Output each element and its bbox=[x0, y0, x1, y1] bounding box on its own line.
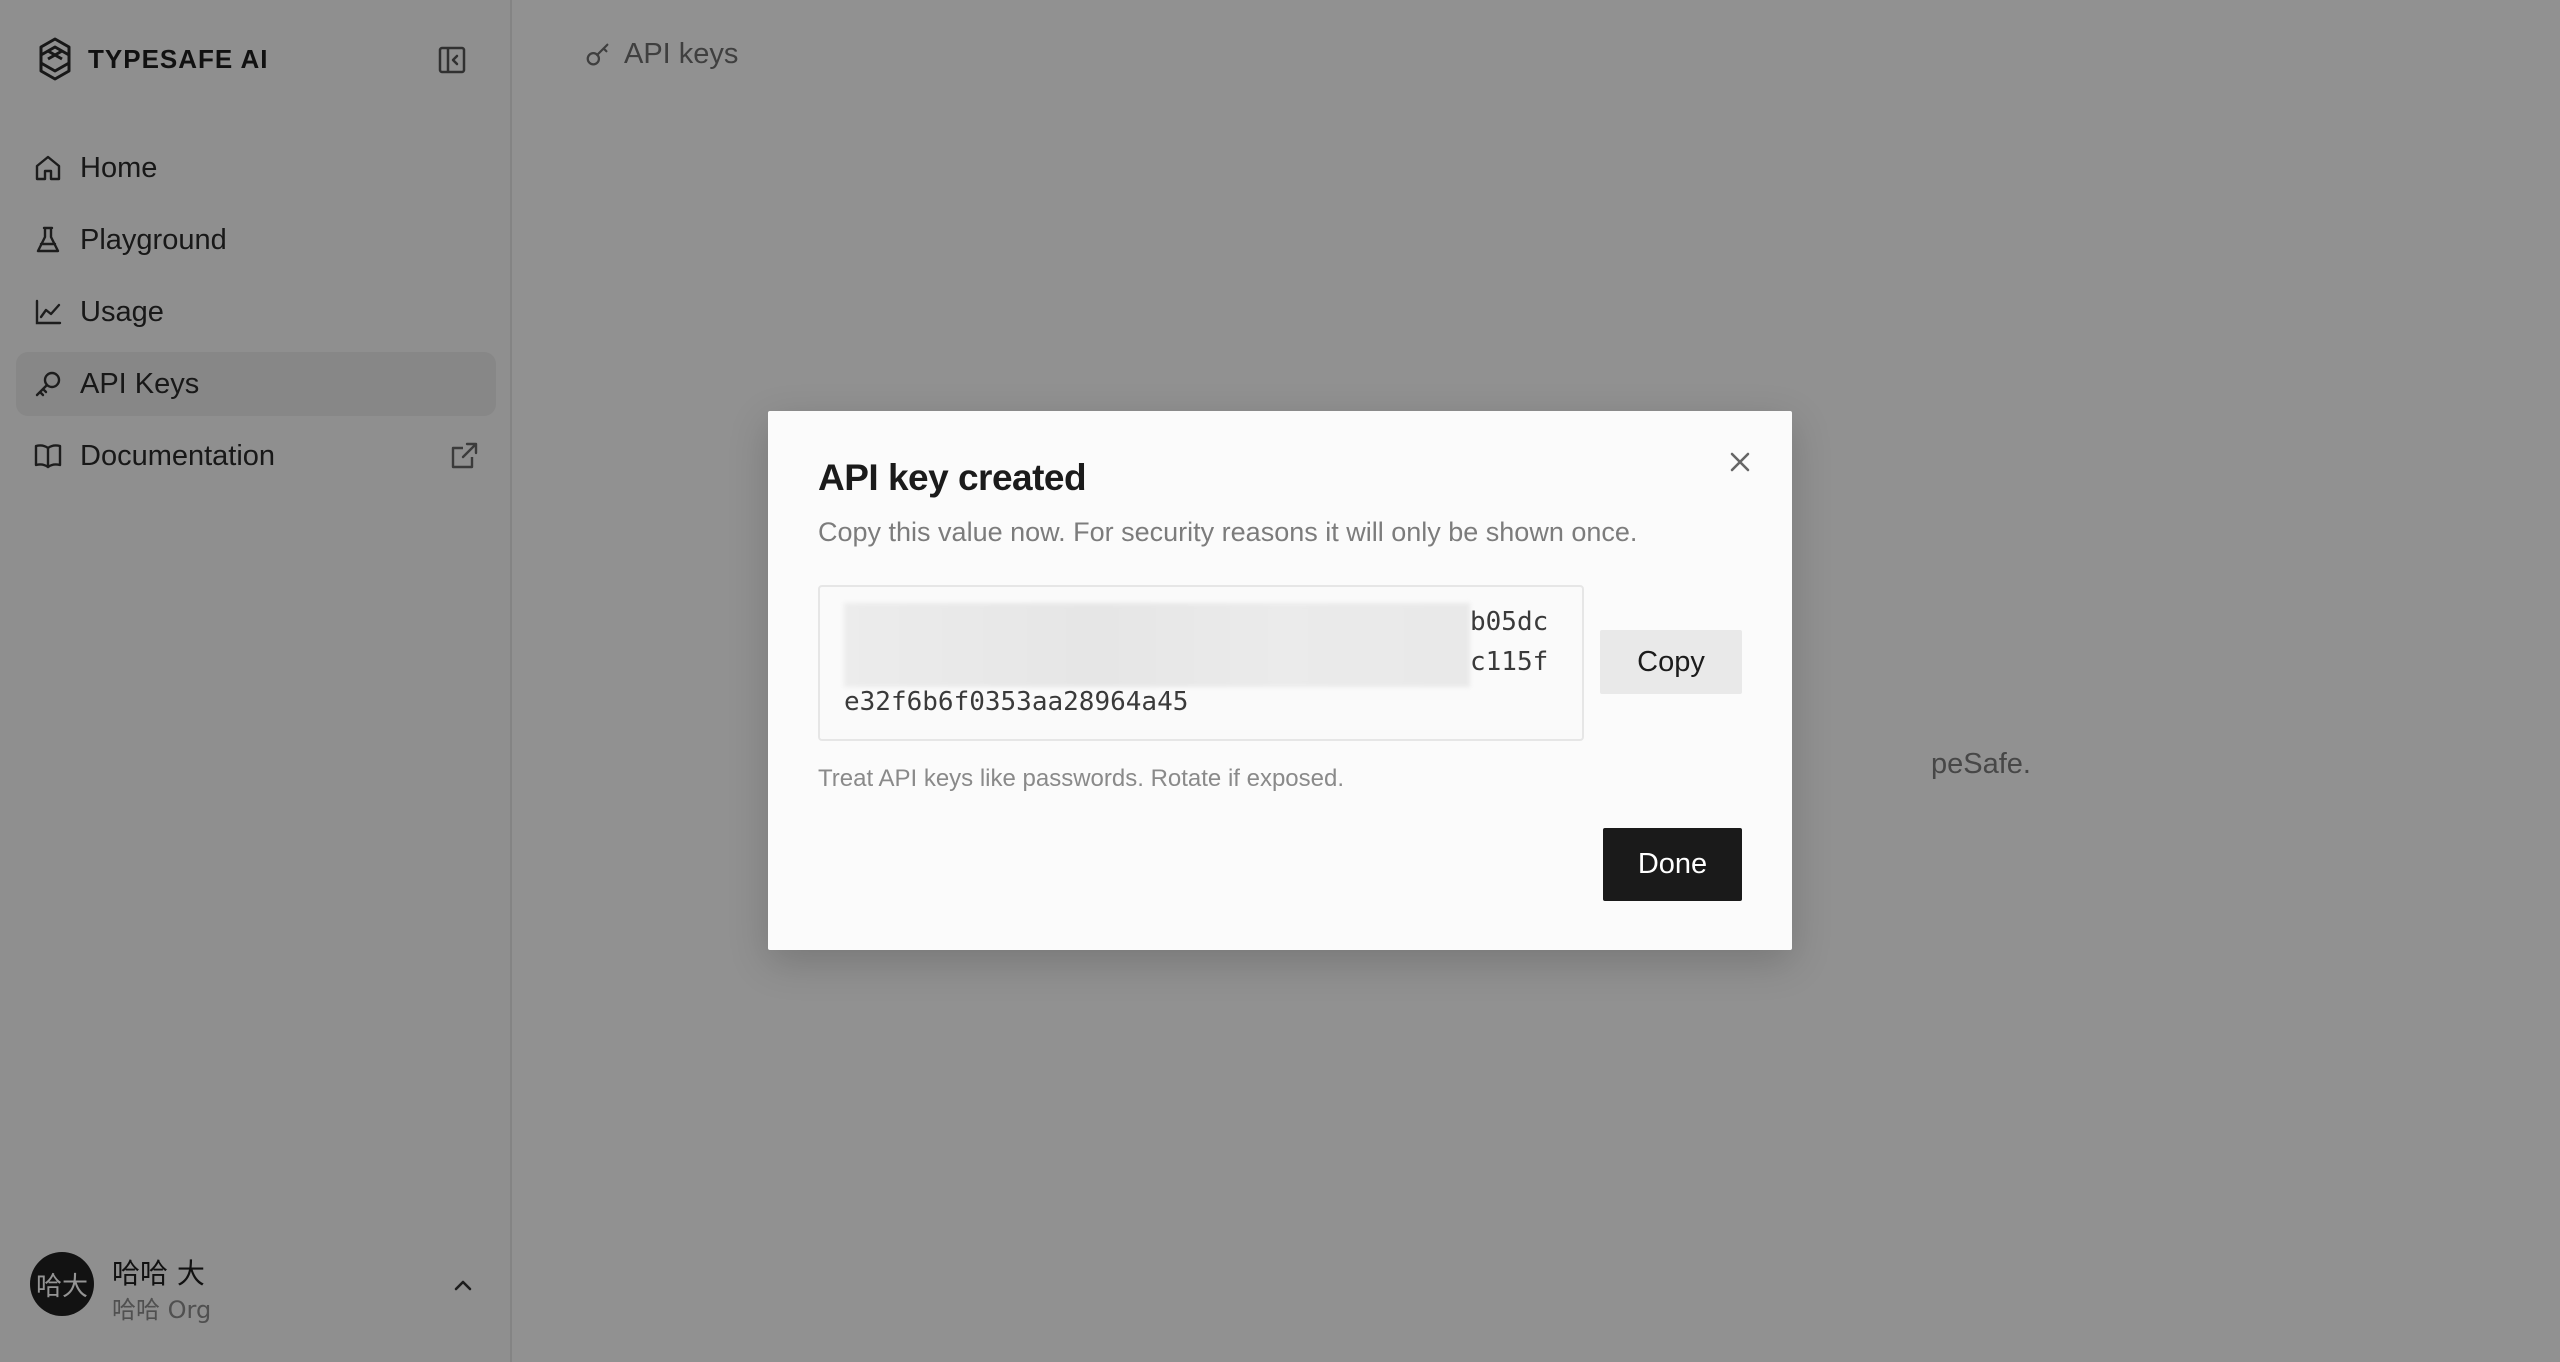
api-key-value[interactable]: b05dc c115f e32f6b6f0353aa28964a45 bbox=[818, 585, 1584, 741]
dialog-title: API key created bbox=[818, 457, 1087, 498]
api-key-line-2: c115f bbox=[1470, 647, 1549, 677]
close-icon[interactable] bbox=[1724, 446, 1756, 478]
done-button[interactable]: Done bbox=[1603, 828, 1742, 901]
security-hint: Treat API keys like passwords. Rotate if… bbox=[818, 765, 1345, 792]
dialog-description: Copy this value now. For security reason… bbox=[818, 517, 1638, 547]
api-key-created-dialog: API key created Copy this value now. For… bbox=[768, 411, 1792, 950]
copy-button[interactable]: Copy bbox=[1600, 630, 1742, 694]
api-key-line-1: b05dc bbox=[1470, 607, 1549, 637]
api-key-line-3: e32f6b6f0353aa28964a45 bbox=[844, 687, 1189, 717]
redacted-key-region bbox=[844, 603, 1470, 687]
